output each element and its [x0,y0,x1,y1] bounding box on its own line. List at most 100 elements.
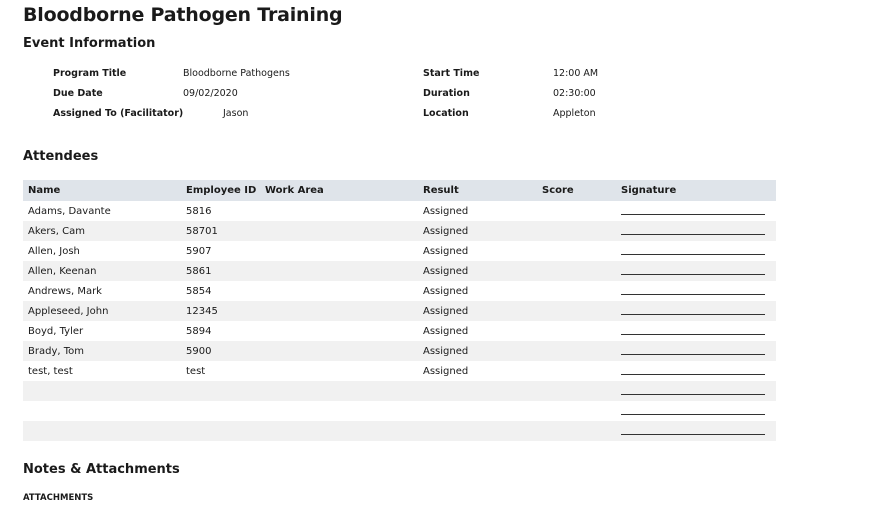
attendee-name: Adams, Davante [28,205,111,217]
attendee-result: Assigned [423,245,469,257]
attendees-heading: Attendees [23,149,99,164]
attendee-rows: Adams, Davante 5816 Assigned Akers, Cam 5870… [23,201,776,441]
attendee-employee-id: 12345 [181,301,260,321]
signature-cell [616,341,776,361]
attendee-work-area [260,301,418,321]
attendee-work-area [260,221,418,241]
attendee-score [537,321,616,341]
duration-label: Duration [423,88,470,99]
attendee-employee-id: 5854 [186,285,212,297]
table-row: Brady, Tom 5900 Assigned [23,341,776,361]
table-row: Andrews, Mark 5854 Assigned [23,281,776,301]
table-row: test, test test Assigned [23,361,776,381]
signature-line [621,393,765,395]
attendee-name: Allen, Keenan [23,261,181,281]
table-row: Appleseed, John 12345 Assigned [23,301,776,321]
attendee-result: Assigned [418,341,537,361]
col-header-employee-id: Employee ID [181,180,260,201]
attendee-employee-id: 5894 [186,325,212,337]
signature-line [621,273,765,275]
signature-line [621,433,765,435]
attendee-score [537,221,616,241]
signature-cell [616,421,776,441]
signature-cell [616,221,776,241]
table-row [23,421,776,441]
attendees-table: Name Employee ID Work Area Result Score … [23,180,776,441]
attendee-employee-id [181,421,260,441]
attendee-result: Assigned [423,205,469,217]
attendee-work-area [260,341,418,361]
attendee-result: Assigned [418,261,537,281]
col-header-result: Result [418,180,537,201]
attendee-work-area [260,421,418,441]
signature-cell [616,361,776,381]
attendee-result [418,421,537,441]
attachments-label: ATTACHMENTS [23,493,94,503]
attendee-result: Assigned [423,325,469,337]
signature-cell [616,201,776,221]
table-row: Boyd, Tyler 5894 Assigned [23,321,776,341]
attendee-result [418,381,537,401]
attendee-work-area [260,241,418,261]
due-date-label: Due Date [53,88,103,99]
signature-line [621,293,765,295]
duration-value: 02:30:00 [553,88,596,99]
attendee-result: Assigned [423,365,469,377]
attendee-name: test, test [28,365,73,377]
attendee-score [537,361,616,381]
signature-line [621,333,765,335]
table-row: Adams, Davante 5816 Assigned [23,201,776,221]
attendee-employee-id: 58701 [181,221,260,241]
attendee-work-area [260,201,418,221]
attendee-name [23,401,181,421]
signature-line [621,233,765,235]
attendee-employee-id: 5861 [181,261,260,281]
col-header-score: Score [537,180,616,201]
attendee-score [537,281,616,301]
attendee-name: Appleseed, John [23,301,181,321]
signature-cell [616,381,776,401]
attendee-work-area [260,281,418,301]
location-value: Appleton [553,108,596,119]
table-row: Akers, Cam 58701 Assigned [23,221,776,241]
attendee-employee-id: 5816 [186,205,212,217]
signature-cell [616,401,776,421]
attendee-name: Brady, Tom [23,341,181,361]
attendee-result: Assigned [418,301,537,321]
attendee-result: Assigned [418,221,537,241]
attendee-work-area [260,381,418,401]
page-title: Bloodborne Pathogen Training [23,4,343,26]
attendees-header-row: Name Employee ID Work Area Result Score … [23,180,776,201]
start-time-label: Start Time [423,68,480,79]
event-info-heading: Event Information [23,36,156,51]
signature-cell [616,301,776,321]
attendee-score [537,381,616,401]
attendee-work-area [260,401,418,421]
due-date-value: 09/02/2020 [183,88,238,99]
attendee-name: Akers, Cam [23,221,181,241]
attendee-employee-id: test [186,365,206,377]
signature-line [621,213,765,215]
attendee-work-area [260,261,418,281]
attendee-employee-id: 5900 [181,341,260,361]
attendee-employee-id [181,401,260,421]
start-time-value: 12:00 AM [553,68,599,79]
col-header-work-area: Work Area [260,180,418,201]
facilitator-label: Assigned To (Facilitator) [53,108,184,119]
signature-line [621,353,765,355]
attendee-score [537,301,616,321]
attendee-name: Boyd, Tyler [28,325,84,337]
program-title-label: Program Title [53,68,127,79]
program-title-value: Bloodborne Pathogens [183,68,290,79]
signature-cell [616,241,776,261]
attendee-score [537,241,616,261]
attendee-work-area [260,321,418,341]
table-row [23,381,776,401]
attendee-score [537,201,616,221]
attendee-score [537,401,616,421]
signature-line [621,313,765,315]
notes-heading: Notes & Attachments [23,462,180,477]
attendee-name: Andrews, Mark [28,285,102,297]
col-header-signature: Signature [616,180,776,201]
table-row: Allen, Josh 5907 Assigned [23,241,776,261]
